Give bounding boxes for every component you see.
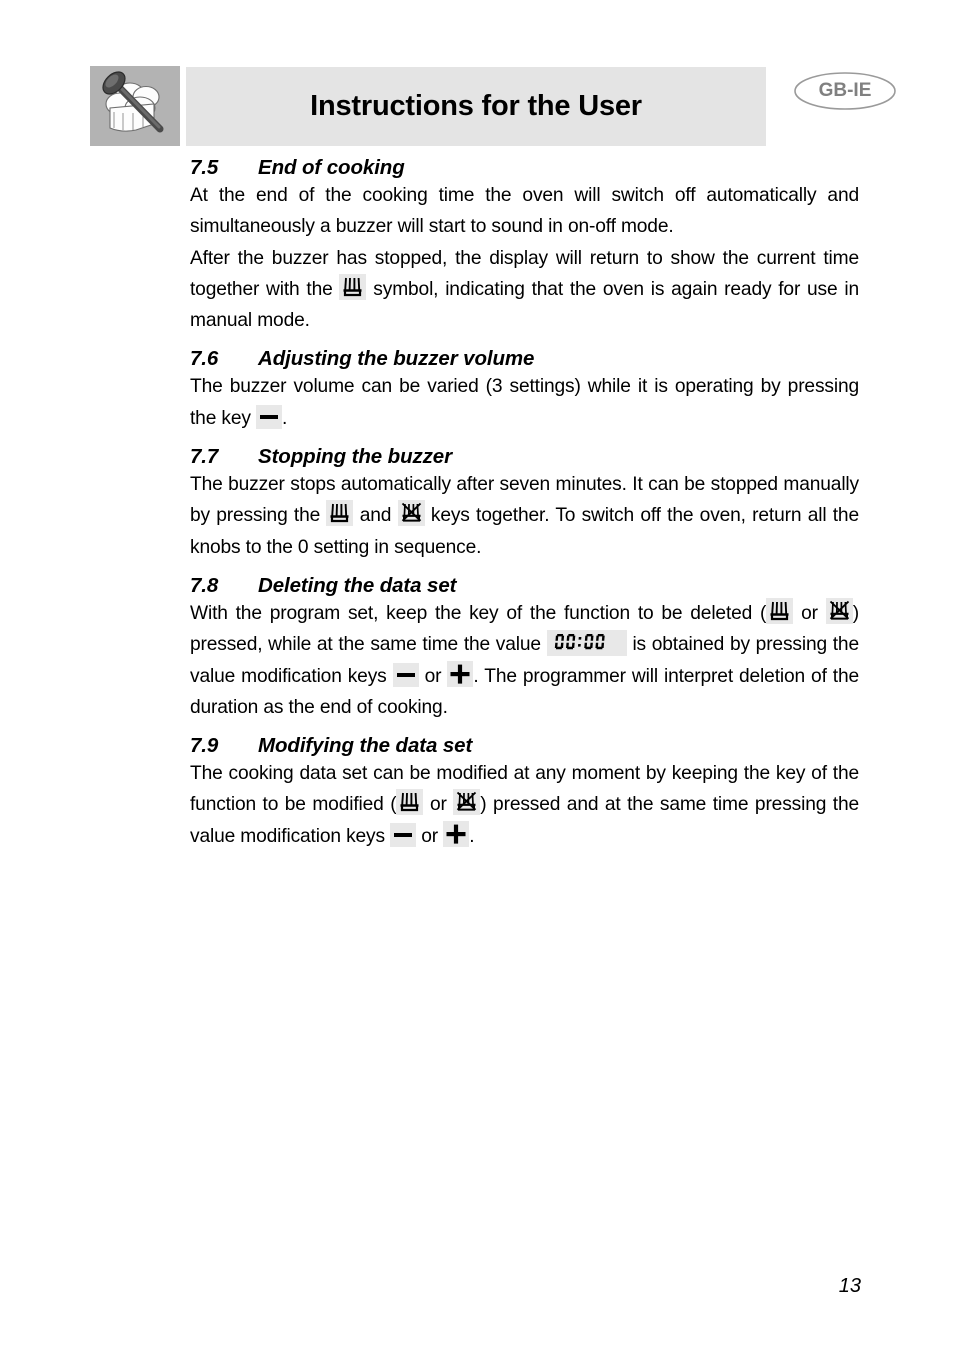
end-of-cooking-pot-crossed-icon[interactable] <box>397 500 425 527</box>
page-header: Instructions for the User GB-IE <box>0 0 954 150</box>
chef-hat-and-spoon-icon <box>90 66 180 146</box>
text-run: or <box>423 794 454 816</box>
end-of-cooking-pot-crossed-icon[interactable] <box>453 789 481 816</box>
section-title: Adjusting the buzzer volume <box>258 347 535 371</box>
section-title: Stopping the buzzer <box>258 445 452 469</box>
language-badge-label: GB-IE <box>818 80 872 101</box>
paragraph-p6: The cooking data set can be modified at … <box>190 758 859 852</box>
section-number: 7.7 <box>190 445 219 469</box>
cooking-duration-pot-icon[interactable] <box>396 789 424 816</box>
text-run: or <box>416 825 444 847</box>
section-number: 7.9 <box>190 734 219 758</box>
page-number: 13 <box>838 1275 861 1297</box>
section-heading-7.5: 7.5 End of cooking <box>190 155 859 180</box>
text-run: and <box>353 505 398 527</box>
document-body: 7.5 End of cooking At the end of the coo… <box>190 155 859 852</box>
section-number: 7.6 <box>190 347 219 371</box>
paragraph-p2: After the buzzer has stopped, the displa… <box>190 243 859 337</box>
lcd-value-display <box>546 630 627 657</box>
section-heading-7.9: 7.9 Modifying the data set <box>190 733 859 758</box>
section-number: 7.8 <box>190 573 219 597</box>
language-badge: GB-IE <box>793 71 897 111</box>
paragraph-p5: With the program set, keep the key of th… <box>190 597 859 723</box>
cooking-duration-pot-icon[interactable] <box>326 500 354 527</box>
section-heading-7.7: 7.7 Stopping the buzzer <box>190 444 859 469</box>
cooking-duration-pot-icon[interactable] <box>766 597 794 624</box>
section-heading-7.8: 7.8 Deleting the data set <box>190 573 859 598</box>
text-run: At the end of the cooking time the oven … <box>190 185 859 238</box>
text-run: . <box>469 825 475 847</box>
paragraph-p4: The buzzer stops automatically after sev… <box>190 469 859 563</box>
plus-key-icon[interactable] <box>443 820 470 847</box>
text-run: . <box>282 407 288 429</box>
page-title: Instructions for the User <box>310 90 642 122</box>
minus-key-icon[interactable] <box>390 822 417 847</box>
cooking-duration-pot-icon[interactable] <box>339 273 367 300</box>
paragraph-p3: The buzzer volume can be varied (3 setti… <box>190 371 859 434</box>
text-run: or <box>793 602 826 624</box>
section-number: 7.5 <box>190 156 219 179</box>
header-title-band: Instructions for the User <box>186 67 766 146</box>
minus-key-icon[interactable] <box>256 404 282 429</box>
minus-key-icon[interactable] <box>392 662 419 687</box>
section-title: Deleting the data set <box>258 573 457 597</box>
text-run: The buzzer volume can be varied (3 setti… <box>190 376 859 429</box>
text-run: With the program set, keep the key of th… <box>190 602 767 624</box>
end-of-cooking-pot-crossed-icon[interactable] <box>825 597 853 624</box>
text-run: or <box>418 665 448 687</box>
paragraph-p1: At the end of the cooking time the oven … <box>190 180 859 243</box>
section-heading-7.6: 7.6 Adjusting the buzzer volume <box>190 346 859 371</box>
section-title: Modifying the data set <box>258 734 473 758</box>
plus-key-icon[interactable] <box>447 660 474 687</box>
section-title: End of cooking <box>258 156 405 179</box>
